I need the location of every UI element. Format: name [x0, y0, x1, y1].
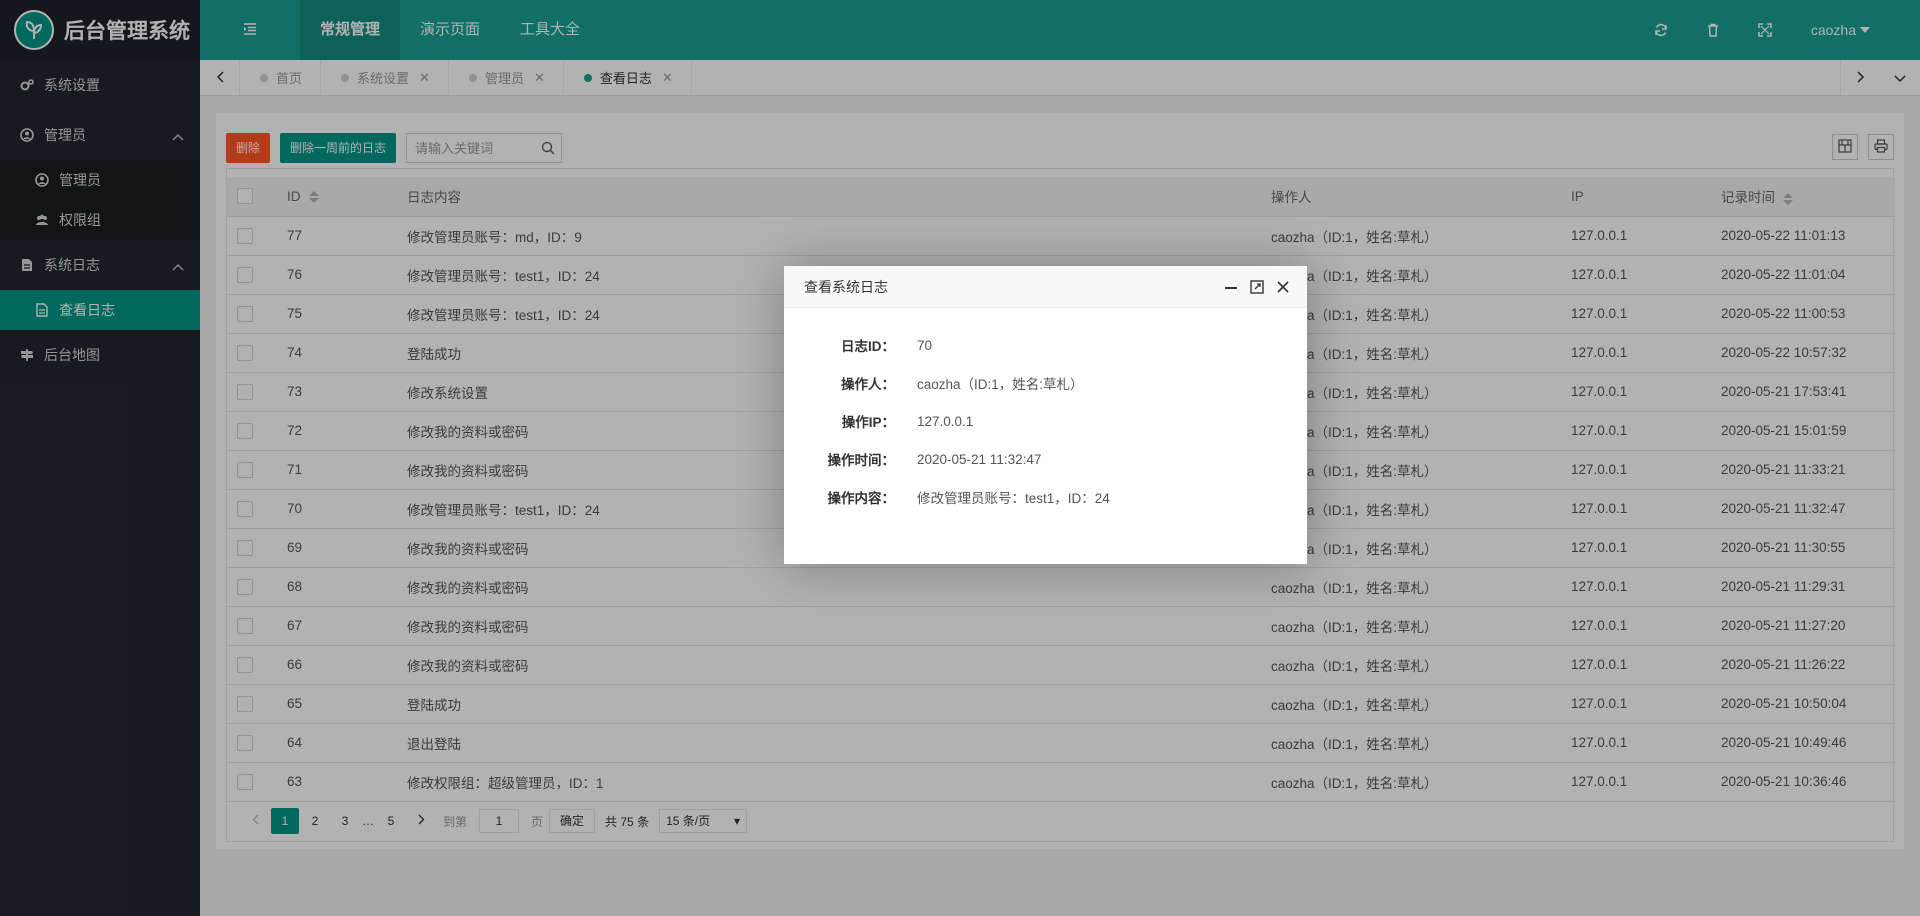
maximize-icon[interactable] — [1247, 277, 1267, 297]
field-time: 操作时间： 2020-05-21 11:32:47 — [784, 440, 1307, 478]
field-value: 127.0.0.1 — [917, 413, 974, 429]
dialog-body: 日志ID： 70 操作人： caozha（ID:1，姓名:草札） 操作IP： 1… — [784, 308, 1307, 516]
field-label: 操作内容： — [827, 491, 896, 506]
view-log-dialog: 查看系统日志 日志ID： 70 操作人： caozha（ID:1，姓名:草札） … — [784, 266, 1307, 564]
field-log-id: 日志ID： 70 — [784, 326, 1307, 364]
field-value: 修改管理员账号：test1，ID：24 — [917, 491, 1110, 506]
field-ip: 操作IP： 127.0.0.1 — [784, 402, 1307, 440]
dialog-controls — [1215, 277, 1293, 297]
field-value: 70 — [917, 337, 933, 353]
field-label: 操作人： — [841, 377, 895, 392]
field-operator: 操作人： caozha（ID:1，姓名:草札） — [784, 364, 1307, 402]
minimize-icon[interactable] — [1221, 277, 1241, 297]
field-label: 操作IP： — [841, 415, 895, 430]
dialog-title: 查看系统日志 — [804, 278, 888, 295]
field-content: 操作内容： 修改管理员账号：test1，ID：24 — [784, 478, 1307, 516]
field-label: 日志ID： — [841, 339, 895, 354]
field-value: 2020-05-21 11:32:47 — [917, 451, 1042, 467]
close-icon[interactable] — [1273, 277, 1293, 297]
field-label: 操作时间： — [827, 453, 896, 468]
field-value: caozha（ID:1，姓名:草札） — [917, 377, 1084, 392]
dialog-header[interactable]: 查看系统日志 — [784, 266, 1307, 308]
